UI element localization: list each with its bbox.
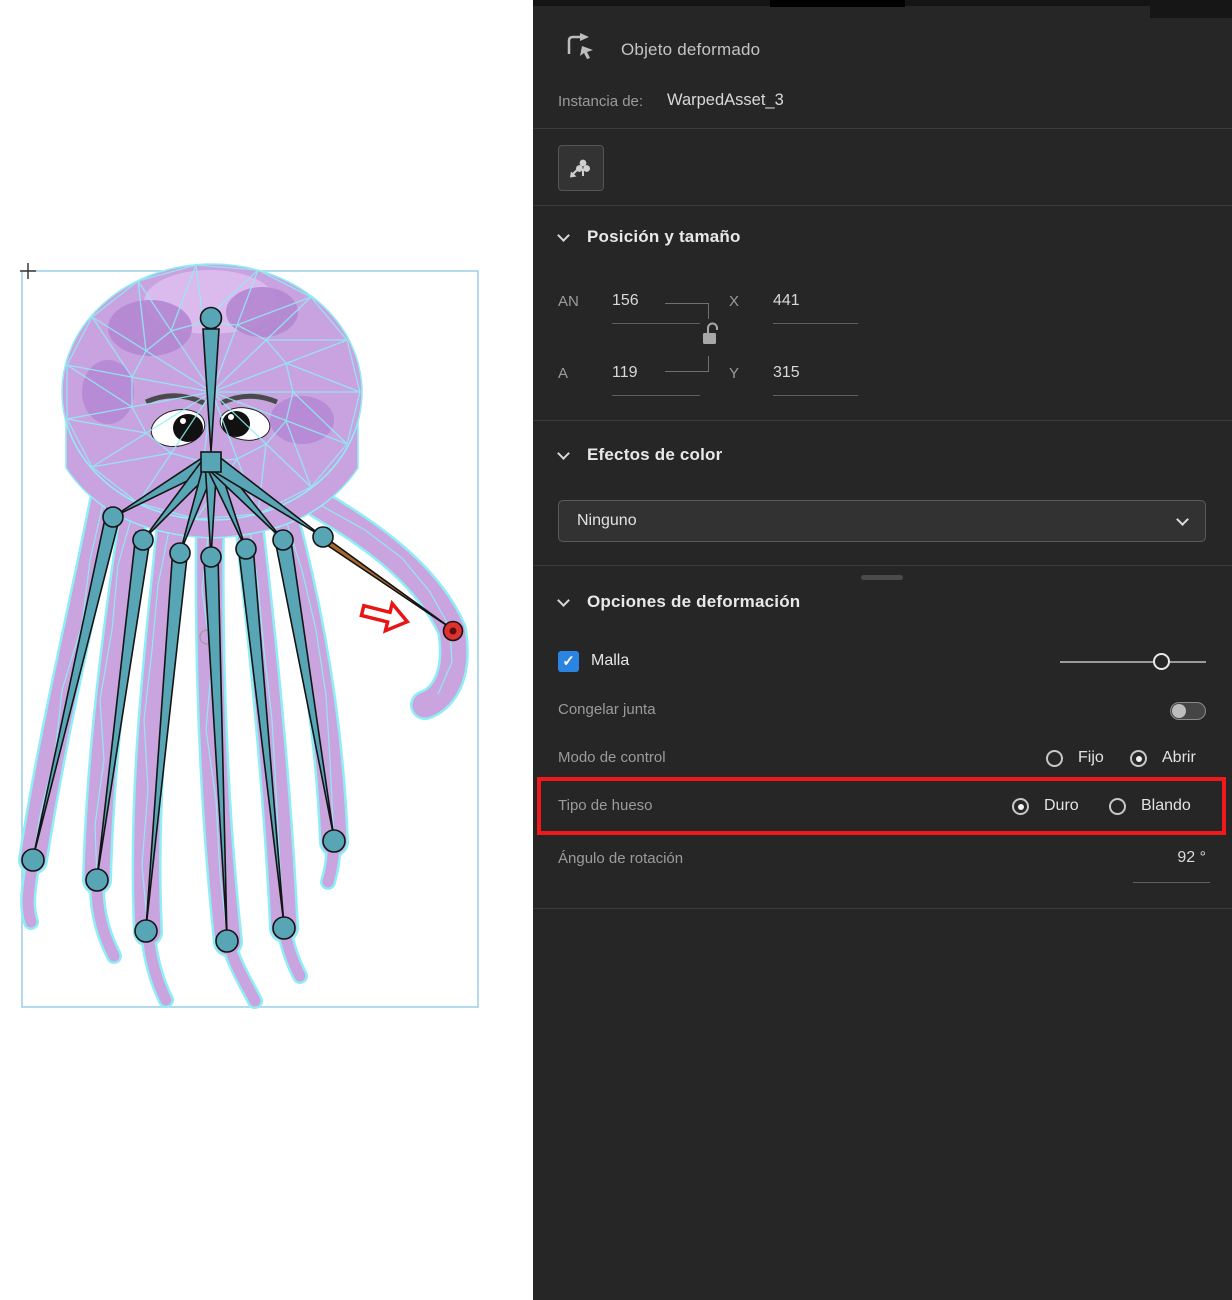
toggle-knob <box>1172 704 1186 718</box>
radio-duro[interactable] <box>1012 798 1029 815</box>
bone-type-label: Tipo de hueso <box>558 797 653 814</box>
swap-symbol-icon <box>568 155 594 181</box>
divider <box>533 908 1232 909</box>
root-joint[interactable] <box>201 452 221 472</box>
hot-text-underline <box>612 395 700 396</box>
instance-value[interactable]: WarpedAsset_3 <box>667 91 784 110</box>
link-connector-top <box>665 303 709 319</box>
color-effect-selected: Ninguno <box>577 512 1178 530</box>
properties-panel: Objeto deformado Instancia de: WarpedAss… <box>533 0 1232 1300</box>
section-position-size[interactable]: Posición y tamaño <box>587 227 741 247</box>
control-mode-label: Modo de control <box>558 749 666 766</box>
chevron-down-icon[interactable] <box>557 229 570 242</box>
y-value[interactable]: 315 <box>773 364 800 382</box>
x-value[interactable]: 441 <box>773 292 800 310</box>
panel-resize-grip[interactable] <box>861 575 903 580</box>
radio-blando[interactable] <box>1109 798 1126 815</box>
chevron-down-icon[interactable] <box>557 447 570 460</box>
section-color-effects[interactable]: Efectos de color <box>587 445 722 465</box>
swap-symbol-button[interactable] <box>558 145 604 191</box>
x-label: X <box>729 293 739 310</box>
radio-fijo[interactable] <box>1046 750 1063 767</box>
panel-corner-box <box>1150 0 1232 18</box>
bone-joint[interactable] <box>201 308 222 329</box>
radio-duro-label[interactable]: Duro <box>1044 797 1079 815</box>
divider <box>533 420 1232 421</box>
height-value[interactable]: 119 <box>612 364 638 382</box>
chevron-down-icon[interactable] <box>557 594 570 607</box>
panel-top-segment <box>770 0 905 7</box>
red-arrow-annotation <box>359 597 410 635</box>
instance-label: Instancia de: <box>558 93 643 110</box>
panel-title: Objeto deformado <box>621 40 760 60</box>
height-label: A <box>558 365 568 382</box>
canvas-artwork <box>0 0 533 1300</box>
freeze-joint-label: Congelar junta <box>558 701 656 718</box>
hot-text-underline <box>773 395 858 396</box>
y-label: Y <box>729 365 739 382</box>
app-window: Objeto deformado Instancia de: WarpedAss… <box>0 0 1232 1300</box>
rotation-angle-label: Ángulo de rotación <box>558 850 683 867</box>
radio-abrir-label[interactable]: Abrir <box>1162 749 1196 767</box>
radio-fijo-label[interactable]: Fijo <box>1078 749 1104 767</box>
link-connector-bottom <box>665 356 709 372</box>
color-effect-dropdown[interactable]: Ninguno <box>558 500 1206 542</box>
hot-text-underline <box>1133 882 1210 883</box>
width-value[interactable]: 156 <box>612 292 639 310</box>
stage-canvas[interactable] <box>0 0 533 1300</box>
mesh-checkbox[interactable]: ✓ <box>558 651 579 672</box>
chevron-down-icon <box>1176 513 1189 526</box>
radio-blando-label[interactable]: Blando <box>1141 797 1191 815</box>
mesh-opacity-slider-track[interactable] <box>1060 661 1206 663</box>
divider <box>533 565 1232 566</box>
hot-text-underline <box>773 323 858 324</box>
freeze-joint-toggle[interactable] <box>1170 702 1206 720</box>
hot-text-underline <box>612 323 700 324</box>
warped-object-icon <box>565 32 595 62</box>
section-warp-options[interactable]: Opciones de deformación <box>587 592 800 612</box>
width-label: AN <box>558 293 579 310</box>
divider <box>533 205 1232 206</box>
rotation-angle-value[interactable]: 92 ° <box>1093 849 1206 867</box>
radio-abrir[interactable] <box>1130 750 1147 767</box>
mesh-opacity-slider-handle[interactable] <box>1153 653 1170 670</box>
unlocked-padlock-icon[interactable] <box>700 320 722 348</box>
divider <box>533 128 1232 129</box>
mesh-label: Malla <box>591 652 629 670</box>
